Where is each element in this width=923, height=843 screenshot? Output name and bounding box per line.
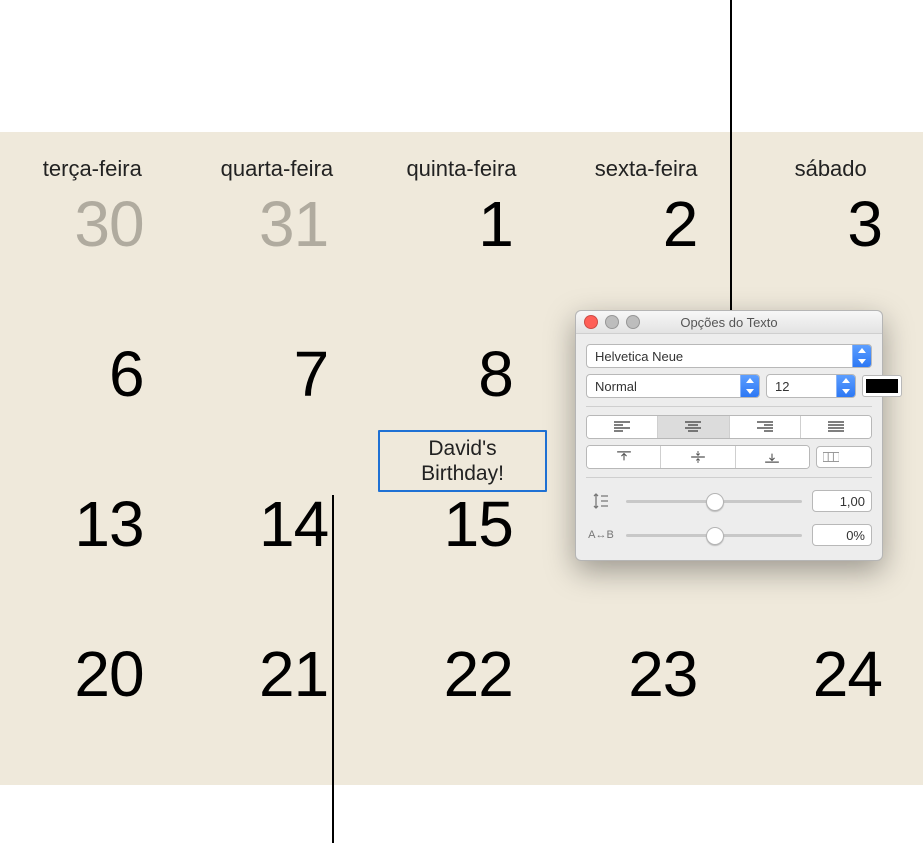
minimize-window-button[interactable] bbox=[605, 315, 619, 329]
font-family-select[interactable]: Helvetica Neue bbox=[586, 344, 872, 368]
calendar-cell[interactable]: 15 bbox=[369, 485, 554, 635]
line-spacing-icon bbox=[586, 492, 616, 510]
tracking-icon: A↔B bbox=[586, 529, 616, 541]
line-spacing-slider[interactable] bbox=[626, 491, 802, 511]
window-titlebar[interactable]: Opções do Texto bbox=[576, 311, 882, 334]
align-justify-button[interactable] bbox=[801, 416, 871, 438]
line-spacing-value-field[interactable]: 1,00 bbox=[812, 490, 872, 512]
calendar-cell[interactable]: 31 bbox=[185, 185, 370, 335]
font-style-select[interactable]: Normal bbox=[586, 374, 760, 398]
dropdown-stepper-icon[interactable] bbox=[836, 375, 855, 397]
day-number: 3 bbox=[847, 187, 882, 261]
day-header: quinta-feira bbox=[369, 156, 554, 182]
vertical-alignment-segmented bbox=[586, 445, 810, 469]
calendar-cell[interactable]: 22 bbox=[369, 635, 554, 785]
text-color-swatch bbox=[866, 379, 898, 393]
text-color-well[interactable] bbox=[862, 375, 902, 397]
dropdown-stepper-icon[interactable] bbox=[852, 345, 871, 367]
day-header: terça-feira bbox=[0, 156, 185, 182]
text-options-body: Helvetica Neue Normal 12 bbox=[576, 334, 882, 560]
dropdown-stepper-icon[interactable] bbox=[839, 452, 851, 462]
day-number: 23 bbox=[628, 637, 697, 711]
slider-knob[interactable] bbox=[706, 527, 724, 545]
day-number: 21 bbox=[259, 637, 328, 711]
align-center-button[interactable] bbox=[658, 416, 729, 438]
font-size-select[interactable]: 12 bbox=[766, 374, 856, 398]
day-number: 13 bbox=[74, 487, 143, 561]
slider-knob[interactable] bbox=[706, 493, 724, 511]
valign-top-button[interactable] bbox=[587, 446, 661, 468]
text-options-window[interactable]: Opções do Texto Helvetica Neue Normal bbox=[575, 310, 883, 561]
event-text: David's Birthday! bbox=[421, 436, 504, 486]
columns-icon bbox=[823, 451, 839, 463]
day-number: 30 bbox=[74, 187, 143, 261]
window-traffic-lights bbox=[584, 315, 640, 329]
day-number: 24 bbox=[813, 637, 882, 711]
font-style-value: Normal bbox=[595, 379, 637, 394]
valign-middle-button[interactable] bbox=[661, 446, 735, 468]
calendar-cell[interactable]: 7 bbox=[185, 335, 370, 485]
calendar-cell[interactable]: 23 bbox=[554, 635, 739, 785]
day-number: 6 bbox=[109, 337, 144, 411]
close-window-button[interactable] bbox=[584, 315, 598, 329]
calendar-cell[interactable]: 30 bbox=[0, 185, 185, 335]
event-line: David's bbox=[428, 437, 496, 460]
align-left-button[interactable] bbox=[587, 416, 658, 438]
day-number: 31 bbox=[259, 187, 328, 261]
calendar-cell[interactable]: 1 bbox=[369, 185, 554, 335]
day-number: 7 bbox=[294, 337, 329, 411]
callout-line-to-event bbox=[332, 495, 334, 843]
day-number: 14 bbox=[259, 487, 328, 561]
font-size-value: 12 bbox=[775, 379, 789, 394]
calendar-cell[interactable]: 24 bbox=[738, 635, 923, 785]
callout-line-to-text-options bbox=[730, 0, 732, 313]
event-line: Birthday! bbox=[421, 462, 504, 485]
calendar-cell[interactable]: 14 bbox=[185, 485, 370, 635]
dropdown-stepper-icon[interactable] bbox=[740, 375, 759, 397]
align-right-button[interactable] bbox=[730, 416, 801, 438]
calendar-day-headers: terça-feira quarta-feira quinta-feira se… bbox=[0, 156, 923, 182]
day-number: 8 bbox=[478, 337, 513, 411]
calendar-cell[interactable]: 6 bbox=[0, 335, 185, 485]
valign-bottom-button[interactable] bbox=[736, 446, 809, 468]
tracking-slider[interactable] bbox=[626, 525, 802, 545]
day-header: quarta-feira bbox=[185, 156, 370, 182]
horizontal-alignment-segmented bbox=[586, 415, 872, 439]
calendar-cell[interactable]: 20 bbox=[0, 635, 185, 785]
day-header: sábado bbox=[738, 156, 923, 182]
day-header: sexta-feira bbox=[554, 156, 739, 182]
calendar-event-text-box[interactable]: David's Birthday! bbox=[378, 430, 547, 492]
day-number: 22 bbox=[444, 637, 513, 711]
calendar-row: 20 21 22 23 24 bbox=[0, 635, 923, 785]
calendar-cell[interactable]: 21 bbox=[185, 635, 370, 785]
day-number: 2 bbox=[663, 187, 698, 261]
calendar-cell[interactable]: 13 bbox=[0, 485, 185, 635]
day-number: 1 bbox=[478, 187, 513, 261]
columns-select[interactable] bbox=[816, 446, 872, 468]
day-number: 20 bbox=[74, 637, 143, 711]
tracking-value-field[interactable]: 0% bbox=[812, 524, 872, 546]
font-family-value: Helvetica Neue bbox=[595, 349, 683, 364]
day-number: 15 bbox=[444, 487, 513, 561]
zoom-window-button[interactable] bbox=[626, 315, 640, 329]
